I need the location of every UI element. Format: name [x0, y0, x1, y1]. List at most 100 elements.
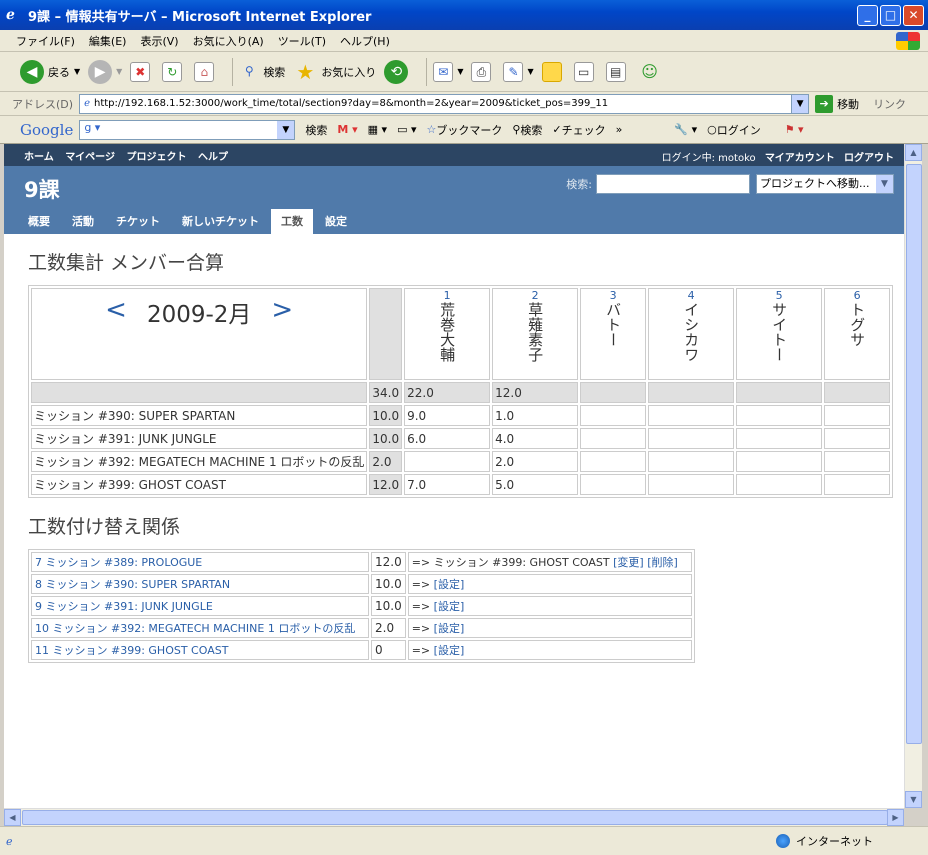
delete-link[interactable]: [削除]: [647, 556, 678, 569]
logout-link[interactable]: ログアウト: [844, 153, 894, 164]
address-dropdown-icon[interactable]: ▼: [791, 94, 809, 113]
menu-tools[interactable]: ツール(T): [278, 33, 326, 49]
menu-help[interactable]: ヘルプ(H): [340, 33, 390, 49]
next-month-link[interactable]: >: [271, 295, 293, 329]
horizontal-scrollbar[interactable]: ◀ ▶: [4, 808, 904, 826]
maximize-button[interactable]: □: [880, 5, 901, 26]
scroll-right-icon[interactable]: ▶: [887, 809, 904, 826]
links-button[interactable]: リンク: [873, 96, 906, 112]
menu-favorites[interactable]: お気に入り(A): [193, 33, 264, 49]
member-number-link[interactable]: 3: [583, 289, 643, 302]
login-button[interactable]: ログイン: [717, 122, 761, 138]
vertical-scrollbar[interactable]: ▲ ▼: [904, 144, 922, 808]
change-link[interactable]: [変更]: [613, 556, 644, 569]
addon-icon[interactable]: ⚑ ▾: [785, 123, 804, 136]
ticket-link[interactable]: ミッション #392: MEGATECH MACHINE 1 ロボットの反乱: [31, 451, 368, 472]
cell-value: [824, 474, 891, 495]
refresh-button[interactable]: ↻: [162, 61, 186, 82]
ticket-link[interactable]: ミッション #390: SUPER SPARTAN: [31, 405, 368, 426]
ticket-link[interactable]: ミッション #391: JUNK JUNGLE: [31, 428, 368, 449]
forward-button[interactable]: ▶ ▼: [88, 59, 122, 84]
summary-heading: 工数集計 メンバー合算: [28, 252, 225, 274]
horizontal-scroll-thumb[interactable]: [22, 810, 888, 825]
wrench-icon[interactable]: 🔧 ▾: [674, 123, 697, 136]
member-number-link[interactable]: 1: [407, 289, 487, 302]
search2-button[interactable]: 検索: [520, 122, 542, 138]
history-icon: ⟲: [384, 59, 409, 84]
top-menu-home[interactable]: ホーム: [24, 152, 54, 163]
menu-file[interactable]: ファイル(F): [16, 33, 75, 49]
google-search-input[interactable]: g ▾ ▼: [79, 119, 296, 140]
member-number-link[interactable]: 4: [651, 289, 731, 302]
edit-button[interactable]: ✎ ▼: [503, 61, 534, 82]
back-button[interactable]: ◀ 戻る ▼: [20, 59, 80, 84]
tv-icon: ▭: [573, 61, 594, 82]
go-button[interactable]: ➔ 移動: [815, 94, 859, 113]
check-button[interactable]: チェック: [562, 122, 606, 138]
vertical-scroll-thumb[interactable]: [906, 164, 922, 744]
tab-activity[interactable]: 活動: [62, 209, 104, 234]
search-input[interactable]: [596, 174, 750, 194]
tab-settings[interactable]: 設定: [315, 209, 357, 234]
gmail-icon[interactable]: M ▾: [337, 123, 357, 136]
minimize-button[interactable]: _: [857, 5, 878, 26]
set-link[interactable]: [設定]: [434, 622, 465, 635]
history-button[interactable]: ⟲: [384, 59, 412, 84]
set-link[interactable]: [設定]: [434, 578, 465, 591]
note-button[interactable]: [541, 61, 566, 82]
close-button[interactable]: ✕: [903, 5, 924, 26]
tab-work-time[interactable]: 工数: [271, 209, 313, 234]
menu-edit[interactable]: 編集(E): [89, 33, 127, 49]
set-link[interactable]: [設定]: [434, 600, 465, 613]
google-search-button[interactable]: 検索: [305, 122, 327, 138]
research-icon: ▤: [605, 61, 626, 82]
scroll-down-icon[interactable]: ▼: [905, 791, 922, 808]
cell-value: [736, 405, 823, 426]
messenger-button[interactable]: ☺: [638, 60, 666, 84]
mail-button[interactable]: ✉ ▼: [433, 61, 463, 82]
prev-month-link[interactable]: <: [105, 295, 127, 329]
more-icon[interactable]: »: [616, 123, 623, 136]
member-number-link[interactable]: 2: [495, 289, 575, 302]
ticket-link[interactable]: ミッション #399: GHOST COAST: [31, 474, 368, 495]
google-dropdown-icon[interactable]: ▼: [277, 120, 295, 139]
scroll-up-icon[interactable]: ▲: [905, 144, 922, 161]
member-number-link[interactable]: 5: [739, 289, 819, 302]
top-menu-help[interactable]: ヘルプ: [198, 152, 228, 163]
relation-ticket-link[interactable]: 7 ミッション #389: PROLOGUE: [31, 552, 369, 572]
menu-view[interactable]: 表示(V): [140, 33, 178, 49]
relation-ticket-link[interactable]: 10 ミッション #392: MEGATECH MACHINE 1 ロボットの反…: [31, 618, 369, 638]
search-button[interactable]: ⚲ 検索: [239, 62, 285, 82]
relation-ticket-link[interactable]: 9 ミッション #391: JUNK JUNGLE: [31, 596, 369, 616]
stop-button[interactable]: ✖: [130, 61, 154, 82]
back-dropdown-icon[interactable]: ▼: [74, 67, 80, 76]
scroll-left-icon[interactable]: ◀: [4, 809, 21, 826]
mail-dropdown-icon[interactable]: ▼: [457, 67, 463, 76]
relation-ticket-link[interactable]: 11 ミッション #399: GHOST COAST: [31, 640, 369, 660]
project-jump-select[interactable]: プロジェクトへ移動... ▼: [756, 174, 894, 194]
top-menu-projects[interactable]: プロジェクト: [126, 152, 186, 163]
set-link[interactable]: [設定]: [434, 644, 465, 657]
research-button[interactable]: ▤: [605, 61, 630, 82]
bookmarks-button[interactable]: ブックマーク: [436, 122, 502, 138]
edit-dropdown-icon[interactable]: ▼: [527, 67, 533, 76]
tab-new-issue[interactable]: 新しいチケット: [172, 209, 269, 234]
calendar-icon[interactable]: ▦ ▾: [368, 123, 387, 136]
relation-ticket-link[interactable]: 8 ミッション #390: SUPER SPARTAN: [31, 574, 369, 594]
print-button[interactable]: ⎙: [471, 61, 495, 82]
window-titlebar[interactable]: ℯ 9課 – 情報共有サーバ – Microsoft Internet Expl…: [0, 0, 928, 30]
top-menu-mypage[interactable]: マイページ: [65, 152, 115, 163]
my-account-link[interactable]: マイアカウント: [765, 153, 835, 164]
tab-issues[interactable]: チケット: [106, 209, 170, 234]
address-input[interactable]: ℯ http://192.168.1.52:3000/work_time/tot…: [79, 93, 810, 114]
sidewiki-icon[interactable]: ▭ ▾: [397, 123, 416, 136]
cell-value: [648, 451, 735, 472]
forward-dropdown-icon[interactable]: ▼: [116, 67, 122, 76]
home-button[interactable]: ⌂: [194, 61, 218, 82]
member-number-link[interactable]: 6: [827, 289, 887, 302]
globe-icon: [776, 834, 790, 848]
media-button[interactable]: ▭: [573, 61, 598, 82]
favorites-button[interactable]: ★ お気に入り: [293, 60, 376, 84]
table-row: ミッション #392: MEGATECH MACHINE 1 ロボットの反乱 2…: [31, 451, 891, 472]
tab-overview[interactable]: 概要: [18, 209, 60, 234]
